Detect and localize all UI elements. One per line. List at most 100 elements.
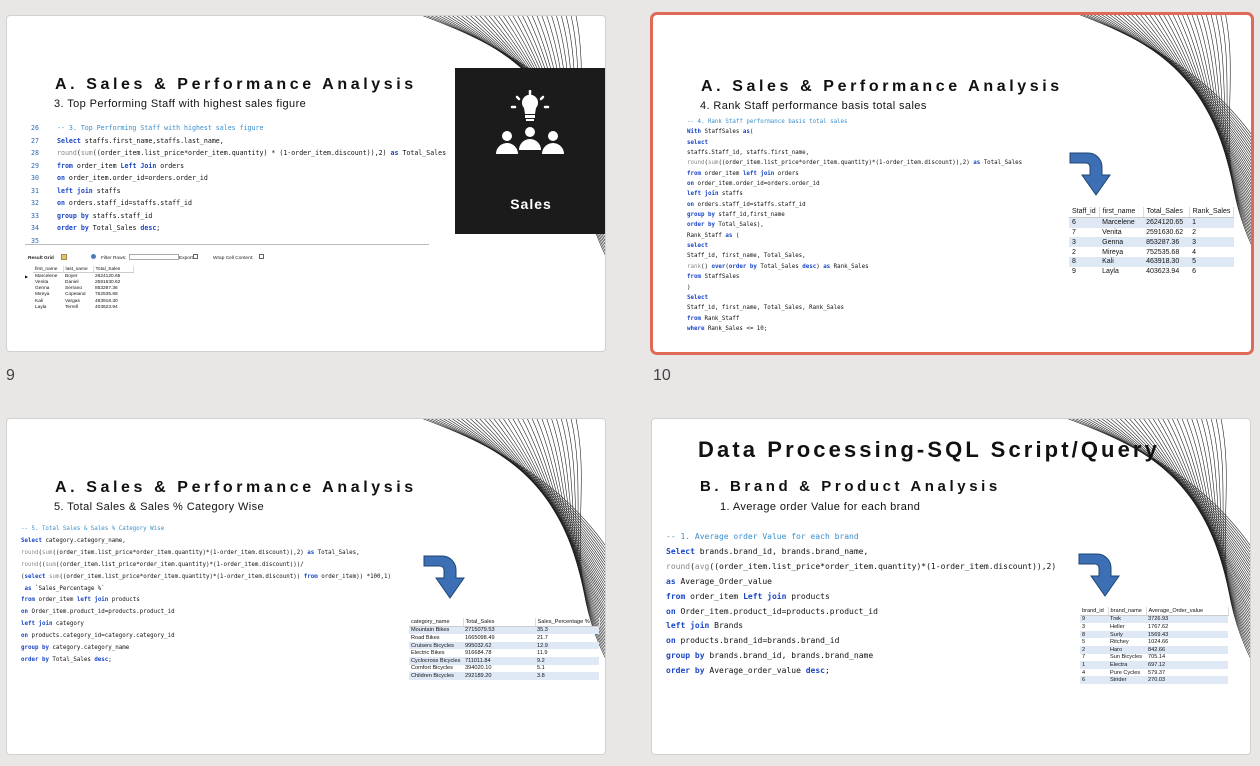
code-line: round(sum((order_item.list_price*order_i… <box>687 160 1023 167</box>
table-row[interactable]: Cyclocross Bicycles 711011.84 9.2 <box>409 656 599 665</box>
code-line: round(sum((order_item.list_price*order_i… <box>21 549 360 556</box>
table-row[interactable]: 6 Strider 270.03 <box>1080 676 1228 684</box>
table-row[interactable]: Mireya Copeland 752535.68 <box>25 292 133 298</box>
code-line: group by staffs.staff_id <box>57 211 153 220</box>
table-cell: Trek <box>1108 615 1146 624</box>
code-line: order by Total_Sales desc; <box>21 656 112 663</box>
table-row[interactable]: 7 Venita 2591630.62 2 <box>1069 228 1234 238</box>
column-header[interactable]: Total_Sales <box>463 618 536 627</box>
code-line: With StaffSales as( <box>687 129 754 136</box>
table-cell: Mountain Bikes <box>409 626 463 635</box>
column-header[interactable]: Sales_Percentage % <box>535 618 600 627</box>
table-cell: 2 <box>1080 645 1108 654</box>
table-row[interactable]: Layla Terrell 403623.94 <box>25 304 133 310</box>
table-row[interactable]: Comfort Bicycles 394020.10 5.1 <box>409 665 599 673</box>
table-row[interactable]: 2 Haro 842.66 <box>1080 645 1228 654</box>
column-header[interactable]: Total_Sales <box>1143 207 1190 218</box>
table-cell: Children Bicycles <box>409 672 463 680</box>
column-header[interactable]: Rank_Sales <box>1189 207 1235 218</box>
table-cell: 1 <box>1189 217 1234 228</box>
slide-subtitle: 4. Rank Staff performance basis total sa… <box>700 100 927 112</box>
table-cell: 394020.10 <box>465 665 492 672</box>
table-row[interactable]: 3 Genna 853287.36 3 <box>1069 237 1234 248</box>
slide-title: A. Sales & Performance Analysis <box>55 479 417 496</box>
table-cell: 35.3 <box>535 626 599 635</box>
table-row[interactable]: Cruisers Bicycles 995032.62 12.9 <box>409 641 599 650</box>
column-header[interactable]: first_name <box>1099 207 1144 218</box>
table-row[interactable]: 8 Kali 463918.30 5 <box>1069 256 1234 267</box>
table-row[interactable]: Mountain Bikes 2715079.53 35.3 <box>409 626 599 635</box>
code-line: from StaffSales <box>687 274 740 281</box>
code-line: round((sum((order_item.list_price*order_… <box>21 561 304 568</box>
slide-thumbnail-9[interactable]: A. Sales & Performance Analysis 3. Top P… <box>6 15 606 352</box>
code-line: order by Total_Sales desc; <box>57 224 161 232</box>
table-row[interactable]: Children Bicycles 292189.20 3.8 <box>409 672 599 680</box>
table-cell: 4 <box>1082 669 1086 676</box>
table-cell: Haro <box>1108 645 1146 654</box>
table-row[interactable]: 4 Pure Cycles 579.37 <box>1080 669 1228 677</box>
table-row[interactable]: 6 Marcelene 2624120.65 1 <box>1069 217 1234 228</box>
table-row[interactable]: Kali Vargas 463918.30 <box>25 298 133 304</box>
table-cell: 2 <box>1192 228 1197 236</box>
table-row[interactable]: 9 Layla 403623.94 6 <box>1069 267 1234 277</box>
table-cell: Venita <box>1102 228 1122 236</box>
curved-arrow-icon <box>1078 553 1120 597</box>
table-row[interactable]: ▶ Marcelene Boyer 2624120.65 <box>25 273 133 280</box>
table-row[interactable]: 8 Surly 1569.43 <box>1080 630 1228 639</box>
table-header-row: Staff_id first_name Total_Sales Rank_Sales <box>1069 207 1235 218</box>
filter-rows-input[interactable] <box>129 254 179 260</box>
table-cell: 5 <box>1082 639 1086 646</box>
table-row[interactable]: Electric Bikes 916684.78 11.9 <box>409 649 599 657</box>
table-cell: 3726.93 <box>1146 615 1228 624</box>
column-header[interactable]: brand_name <box>1108 607 1147 616</box>
table-row[interactable]: Genna Serrano 853287.36 <box>25 286 133 292</box>
table-row[interactable]: 9 Trek 3726.93 <box>1080 615 1228 624</box>
slide-thumbnail-11[interactable]: A. Sales & Performance Analysis 5. Total… <box>6 418 606 755</box>
table-cell: 2591630.62 <box>1146 228 1184 236</box>
column-header[interactable]: brand_id <box>1080 607 1109 616</box>
slide-number-10: 10 <box>653 367 671 384</box>
table-cell: Layla <box>1102 268 1119 276</box>
table-cell: Heller <box>1110 623 1125 630</box>
slide-thumbnail-10[interactable]: A. Sales & Performance Analysis 4. Rank … <box>650 12 1254 355</box>
export-label[interactable]: Export: <box>179 256 194 261</box>
code-line: Staff_id, first_name, Total_Sales, <box>687 253 806 260</box>
code-line: left join category <box>21 621 84 628</box>
code-line: Staff_id, first_name, Total_Sales, Rank_… <box>687 305 845 312</box>
column-header[interactable]: Total_Sales <box>93 266 134 274</box>
table-cell: 6 <box>1192 268 1197 276</box>
column-header[interactable]: Average_Order_value <box>1146 607 1229 616</box>
table-row[interactable]: 1 Electra 697.12 <box>1080 661 1228 669</box>
table-cell: 8 <box>1080 630 1108 639</box>
table-cell: Boyer <box>65 273 78 279</box>
table-cell: 4 <box>1192 248 1197 256</box>
code-line: from order_item left join products <box>21 597 140 604</box>
table-cell: Pure Cycles <box>1110 669 1141 676</box>
table-cell: 403623.94 <box>95 304 118 310</box>
code-line: order by Average_order_value desc; <box>666 666 830 676</box>
table-cell: Mireya <box>1102 248 1124 256</box>
slide-thumbnail-12[interactable]: Data Processing-SQL Script/Query B. Bran… <box>651 418 1251 755</box>
code-line: as Average_Order_value <box>666 576 772 586</box>
code-line: (select sum((order_item.list_price*order… <box>21 573 392 580</box>
table-row[interactable]: 3 Heller 1767.62 <box>1080 623 1228 631</box>
table-row[interactable]: 2 Mireya 752535.68 4 <box>1069 247 1234 257</box>
table-row[interactable]: Road Bikes 1665098.49 21.7 <box>409 634 599 642</box>
table-cell: Genna <box>1099 237 1144 248</box>
table-row[interactable]: 7 Sun Bicycles 705.14 <box>1080 654 1228 662</box>
table-cell: 21.7 <box>537 634 548 641</box>
column-header[interactable]: first_name <box>33 266 64 274</box>
code-line: ) <box>687 284 691 291</box>
table-row[interactable]: 5 Ritchey 1024.66 <box>1080 638 1228 646</box>
table-cell: 9 <box>1072 268 1076 276</box>
result-grid-tab[interactable]: Result Grid <box>28 256 54 261</box>
column-header[interactable]: last_name <box>63 266 94 274</box>
column-header[interactable]: Staff_id <box>1069 207 1100 218</box>
code-line: on order_item.order_id=orders.order_id <box>57 174 208 182</box>
code-line: Select staffs.first_name,staffs.last_nam… <box>57 136 224 145</box>
table-cell: 7 <box>1072 228 1076 236</box>
curved-arrow-icon <box>1069 152 1111 196</box>
column-header[interactable]: category_name <box>409 618 464 627</box>
code-line: select <box>687 139 708 146</box>
sql-code-block: -- 4. Rank Staff performance basis total… <box>687 117 1022 334</box>
